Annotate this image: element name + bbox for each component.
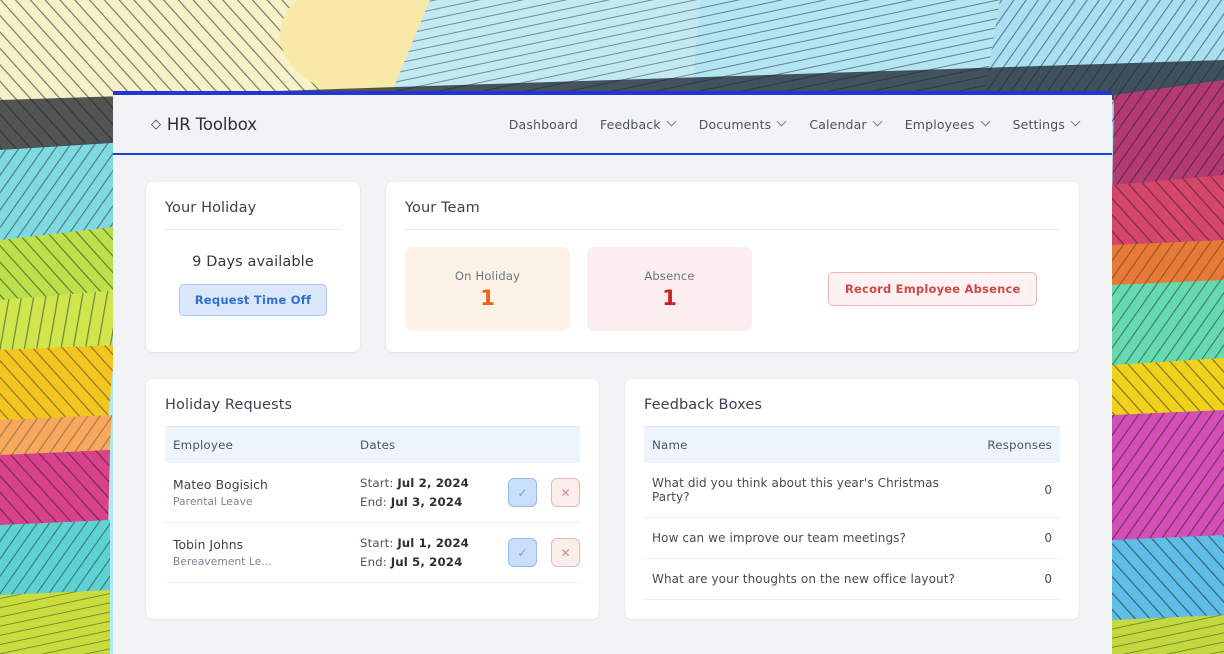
chevron-down-icon <box>1072 118 1081 127</box>
stat-label: Absence <box>644 269 695 283</box>
column-header-actions <box>488 427 580 463</box>
main-nav: Dashboard Feedback Documents Calendar Em… <box>509 117 1081 132</box>
table-row: Tobin Johns Bereavement Le... Start: Jul… <box>165 522 580 583</box>
stat-value: 1 <box>662 286 677 310</box>
actions-cell: ✓ ✕ <box>488 522 580 583</box>
your-holiday-title: Your Holiday <box>165 182 341 230</box>
brand-name: HR Toolbox <box>166 114 257 134</box>
holiday-requests-card: Holiday Requests Employee Dates Mateo Bo… <box>146 379 599 619</box>
end-date-line: End: Jul 3, 2024 <box>360 495 488 509</box>
reject-request-button[interactable]: ✕ <box>551 538 580 567</box>
top-navigation-bar: ◇ HR Toolbox Dashboard Feedback Document… <box>113 95 1112 155</box>
end-label: End: <box>360 555 387 569</box>
nav-label: Employees <box>904 116 975 132</box>
feedback-box-name: What did you think about this year's Chr… <box>644 463 970 518</box>
start-date-line: Start: Jul 1, 2024 <box>360 536 488 550</box>
end-label: End: <box>360 495 387 509</box>
employee-cell: Mateo Bogisich Parental Leave <box>165 463 361 523</box>
stat-value: 1 <box>480 286 495 310</box>
chevron-down-icon <box>874 118 883 127</box>
start-date: Jul 1, 2024 <box>397 536 469 550</box>
list-item[interactable]: What are your thoughts on the new office… <box>644 558 1060 600</box>
chevron-down-icon <box>982 118 991 127</box>
list-item[interactable]: How can we improve our team meetings? 0 <box>644 517 1060 559</box>
stat-absence: Absence 1 <box>587 247 752 331</box>
feedback-boxes-card: Feedback Boxes Name Responses What did y… <box>625 379 1079 619</box>
end-date: Jul 5, 2024 <box>390 555 463 569</box>
feedback-box-name: What are your thoughts on the new office… <box>644 558 970 600</box>
request-time-off-button[interactable]: Request Time Off <box>178 284 328 316</box>
nav-item-documents[interactable]: Documents <box>699 117 788 132</box>
your-team-body: On Holiday 1 Absence 1 Record Employee A… <box>386 230 1079 331</box>
your-team-card: Your Team On Holiday 1 Absence 1 Record … <box>386 182 1079 352</box>
dates-cell: Start: Jul 2, 2024 End: Jul 3, 2024 <box>360 463 488 523</box>
nav-label: Feedback <box>599 116 661 132</box>
leave-type: Bereavement Le... <box>173 555 272 568</box>
approve-request-button[interactable]: ✓ <box>507 538 537 567</box>
list-item[interactable]: What did you think about this year's Chr… <box>644 463 1060 518</box>
chevron-down-icon <box>668 118 677 127</box>
feedback-box-responses: 0 <box>970 517 1060 559</box>
days-available-text: 9 Days available <box>192 254 314 270</box>
nav-item-feedback[interactable]: Feedback <box>600 117 677 132</box>
end-date: Jul 3, 2024 <box>390 495 463 509</box>
nav-label: Documents <box>698 116 772 132</box>
diamond-icon: ◇ <box>151 116 161 132</box>
your-team-title: Your Team <box>405 182 1060 230</box>
feedback-boxes-table: Name Responses What did you think about … <box>644 427 1060 600</box>
nav-item-calendar[interactable]: Calendar <box>809 117 882 132</box>
stat-on-holiday: On Holiday 1 <box>405 247 570 331</box>
reject-request-button[interactable]: ✕ <box>551 478 580 507</box>
end-date-line: End: Jul 5, 2024 <box>360 555 488 569</box>
approve-request-button[interactable]: ✓ <box>507 478 537 507</box>
employee-name: Tobin Johns <box>173 537 244 552</box>
dashboard-content: Your Holiday 9 Days available Request Ti… <box>113 155 1112 619</box>
start-date: Jul 2, 2024 <box>397 476 469 490</box>
brand-logo[interactable]: ◇ HR Toolbox <box>151 115 257 134</box>
nav-label: Settings <box>1012 116 1065 132</box>
column-header-name: Name <box>652 438 688 452</box>
nav-item-employees[interactable]: Employees <box>905 117 991 132</box>
dates-cell: Start: Jul 1, 2024 End: Jul 5, 2024 <box>360 522 488 583</box>
chevron-down-icon <box>778 118 787 127</box>
nav-item-dashboard[interactable]: Dashboard <box>509 117 578 132</box>
nav-item-settings[interactable]: Settings <box>1013 117 1081 132</box>
start-date-line: Start: Jul 2, 2024 <box>360 476 488 490</box>
feedback-boxes-title: Feedback Boxes <box>644 379 1060 427</box>
column-header-responses: Responses <box>987 438 1052 452</box>
holiday-requests-table: Employee Dates Mateo Bogisich Parental L… <box>165 427 580 583</box>
feedback-boxes-table-wrap: Name Responses What did you think about … <box>625 427 1079 619</box>
nav-label: Dashboard <box>508 116 578 132</box>
your-holiday-card: Your Holiday 9 Days available Request Ti… <box>146 182 360 352</box>
your-holiday-body: 9 Days available Request Time Off <box>146 230 360 352</box>
feedback-box-responses: 0 <box>970 463 1060 518</box>
employee-name: Mateo Bogisich <box>173 477 268 492</box>
start-label: Start: <box>360 536 394 550</box>
feedback-box-name: How can we improve our team meetings? <box>644 517 970 559</box>
table-row: Mateo Bogisich Parental Leave Start: Jul… <box>165 463 580 523</box>
actions-cell: ✓ ✕ <box>488 463 580 523</box>
app-window: ◇ HR Toolbox Dashboard Feedback Document… <box>113 91 1112 654</box>
record-employee-absence-button[interactable]: Record Employee Absence <box>828 272 1038 306</box>
start-label: Start: <box>360 476 394 490</box>
holiday-requests-title: Holiday Requests <box>165 379 580 427</box>
stat-label: On Holiday <box>454 269 521 283</box>
column-header-dates: Dates <box>360 438 396 452</box>
column-header-employee: Employee <box>173 438 234 452</box>
holiday-requests-table-wrap: Employee Dates Mateo Bogisich Parental L… <box>146 427 599 602</box>
top-card-row: Your Holiday 9 Days available Request Ti… <box>146 182 1079 352</box>
nav-label: Calendar <box>809 116 867 132</box>
bottom-card-row: Holiday Requests Employee Dates Mateo Bo… <box>146 379 1079 619</box>
feedback-box-responses: 0 <box>970 558 1060 600</box>
table-header-row: Name Responses <box>644 427 1060 463</box>
leave-type: Parental Leave <box>173 495 253 508</box>
table-header-row: Employee Dates <box>165 427 580 463</box>
employee-cell: Tobin Johns Bereavement Le... <box>165 522 361 583</box>
